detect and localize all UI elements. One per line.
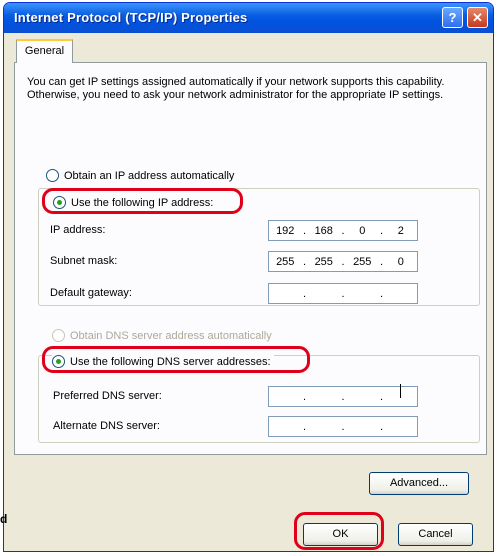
alternate-dns-label: Alternate DNS server: <box>53 420 160 432</box>
ip-octet: 168 <box>314 224 333 237</box>
properties-window: Internet Protocol (TCP/IP) Properties ? … <box>3 2 494 552</box>
subnet-octet: 255 <box>353 255 372 268</box>
cancel-button[interactable]: Cancel <box>398 523 473 546</box>
obtain-ip-auto-radio[interactable] <box>46 169 59 182</box>
subnet-octet: 255 <box>314 255 333 268</box>
subnet-mask-label: Subnet mask: <box>50 255 118 267</box>
ip-address-field[interactable]: 192. 168. 0. 2 <box>268 220 418 241</box>
obtain-dns-auto-option: Obtain DNS server address automatically <box>52 329 272 342</box>
stray-letter: d <box>0 512 8 526</box>
subnet-mask-field[interactable]: 255. 255. 255. 0 <box>268 251 418 272</box>
close-icon[interactable]: ✕ <box>467 7 488 28</box>
ip-octet: 2 <box>397 224 404 237</box>
alternate-dns-field[interactable]: . . . <box>268 416 418 437</box>
subnet-octet: 255 <box>276 255 295 268</box>
tab-general[interactable]: General <box>16 39 73 63</box>
description-text: You can get IP settings assigned automat… <box>27 76 445 101</box>
preferred-dns-label: Preferred DNS server: <box>53 390 162 402</box>
help-icon[interactable]: ? <box>442 7 463 28</box>
preferred-dns-field[interactable]: . . . <box>268 386 418 407</box>
obtain-dns-auto-label: Obtain DNS server address automatically <box>70 329 272 342</box>
advanced-button[interactable]: Advanced... <box>369 472 469 495</box>
obtain-ip-auto-label: Obtain an IP address automatically <box>64 169 235 182</box>
obtain-ip-auto-option[interactable]: Obtain an IP address automatically <box>46 169 234 182</box>
highlight-use-ip <box>42 188 243 214</box>
highlight-ok <box>294 512 384 550</box>
highlight-use-dns <box>42 346 310 373</box>
title-bar[interactable]: Internet Protocol (TCP/IP) Properties ? … <box>4 3 493 33</box>
ip-octet: 0 <box>359 224 366 237</box>
obtain-dns-auto-radio <box>52 329 65 342</box>
default-gateway-label: Default gateway: <box>50 287 132 299</box>
ip-address-label: IP address: <box>50 224 106 236</box>
text-cursor <box>400 384 401 398</box>
ip-octet: 192 <box>276 224 295 237</box>
window-title: Internet Protocol (TCP/IP) Properties <box>14 10 248 25</box>
default-gateway-field[interactable]: . . . <box>268 283 418 304</box>
subnet-octet: 0 <box>397 255 404 268</box>
